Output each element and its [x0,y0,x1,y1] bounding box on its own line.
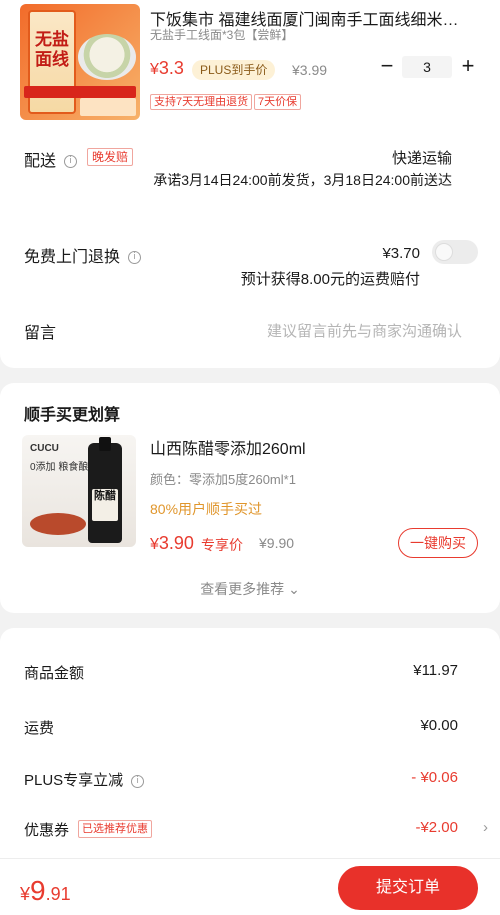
goods-amount-row: 商品金额 ¥11.97 [24,662,458,684]
price-symbol: ¥ [150,536,159,553]
one-click-buy-button[interactable]: 一键购买 [398,528,478,558]
late-compensation-badge: 晚发赔 [87,148,134,166]
shipping-fee-label: 运费 [24,720,55,737]
price-value: 3.3 [158,58,184,78]
message-input[interactable]: 建议留言前先与商家沟通确认 [267,320,462,341]
recommend-card: 顺手买更划算 CUCU 0添加 粮食酿造 陈醋 山西陈醋零添加260ml 颜色：… [0,383,500,613]
vinegar-bottle-image: 陈醋 [88,437,122,543]
recommend-thumbnail[interactable]: CUCU 0添加 粮食酿造 陈醋 [22,435,136,547]
submit-order-button[interactable]: 提交订单 [338,866,478,910]
shipping-fee-value: ¥0.00 [420,717,458,734]
free-return-row: 免费上门退换 i [24,243,142,267]
coupon-label: 优惠券 [24,822,70,839]
recommend-price: ¥3.90 [150,533,194,554]
shipping-promise: 承诺3月14日24:00前发货，3月18日24:00前送达 [153,172,452,188]
noodle-bowl-image [78,34,136,80]
quantity-decrease-button[interactable]: − [378,55,396,79]
product-spec[interactable]: 无盐手工线面*3包【尝鲜】 [150,26,293,43]
recommend-brand: CUCU [30,443,59,454]
goods-amount-label: 商品金额 [24,665,85,682]
total-price: ¥9.91 [20,875,71,907]
plus-discount-value: - ¥0.06 [411,769,458,786]
delivery-row[interactable]: 配送 i [24,147,78,171]
checkout-bar: ¥9.91 提交订单 [0,858,500,915]
message-label: 留言 [24,325,57,342]
plate-image [30,513,86,535]
service-tag-return: 支持7天无理由退货 [150,94,253,110]
free-return-price: ¥3.70 [382,245,420,262]
service-tag-price-protect: 7天价保 [254,94,302,110]
plus-discount-label: PLUS专享立减 [24,772,124,789]
price-symbol: ¥ [150,61,159,78]
total-integer: 9 [30,875,46,906]
recommend-heading: 顺手买更划算 [24,407,121,424]
original-price: ¥3.99 [292,62,328,78]
product-thumbnail[interactable]: 无盐面线 [20,4,140,120]
recommend-popularity: 80%用户顺手买过 [150,501,263,517]
exclusive-price-label: 专享价 [201,537,243,553]
view-more-recommend-link[interactable]: 查看更多推荐 ⌄ [0,579,500,599]
plus-discount-label-wrap: PLUS专享立减 i [24,769,145,790]
product-price: ¥3.3 [150,58,184,79]
recommend-product-spec[interactable]: 颜色：零添加5度260ml*1 [150,469,296,488]
plus-discount-row: PLUS专享立减 i - ¥0.06 [24,769,458,791]
toggle-knob [435,243,453,261]
free-return-toggle[interactable] [432,240,478,264]
chevron-right-icon[interactable]: › [483,819,488,836]
coupon-row[interactable]: 优惠券 已选推荐优惠 -¥2.00 [24,819,458,841]
plus-price-badge: PLUS到手价 [192,60,276,80]
coupon-value: -¥2.00 [415,819,458,836]
info-icon[interactable]: i [128,251,142,265]
quantity-increase-button[interactable]: + [458,55,478,79]
recommend-product-name[interactable]: 山西陈醋零添加260ml [150,435,306,459]
total-symbol: ¥ [20,884,31,904]
price-summary-card: 商品金额 ¥11.97 运费 ¥0.00 PLUS专享立减 i - ¥0.06 优… [0,628,500,888]
delivery-label: 配送 [24,153,57,170]
recommend-original-price: ¥9.90 [259,535,295,551]
free-return-label: 免费上门退换 [24,249,121,266]
coupon-selected-badge: 已选推荐优惠 [78,820,152,838]
thumb-banner [24,86,136,98]
total-decimal: .91 [45,884,71,904]
product-package-text: 无盐面线 [35,30,69,70]
shipping-fee-row: 运费 ¥0.00 [24,717,458,739]
free-return-note: 预计获得8.00元的运费赔付 [240,271,420,288]
goods-amount-value: ¥11.97 [413,662,458,679]
bottle-neck [99,437,111,451]
quantity-input[interactable]: 3 [402,56,452,78]
price-value: 3.90 [158,533,194,553]
shipping-method[interactable]: 快递运输 [392,147,452,168]
bottle-label: 陈醋 [92,489,118,521]
order-item-card: 无盐面线 下饭集市 福建线面厦门闽南手工面线细米… 无盐手工线面*3包【尝鲜】 … [0,0,500,368]
info-icon[interactable]: i [64,155,78,169]
thumb-badge [80,98,136,116]
info-icon[interactable]: i [131,774,145,788]
